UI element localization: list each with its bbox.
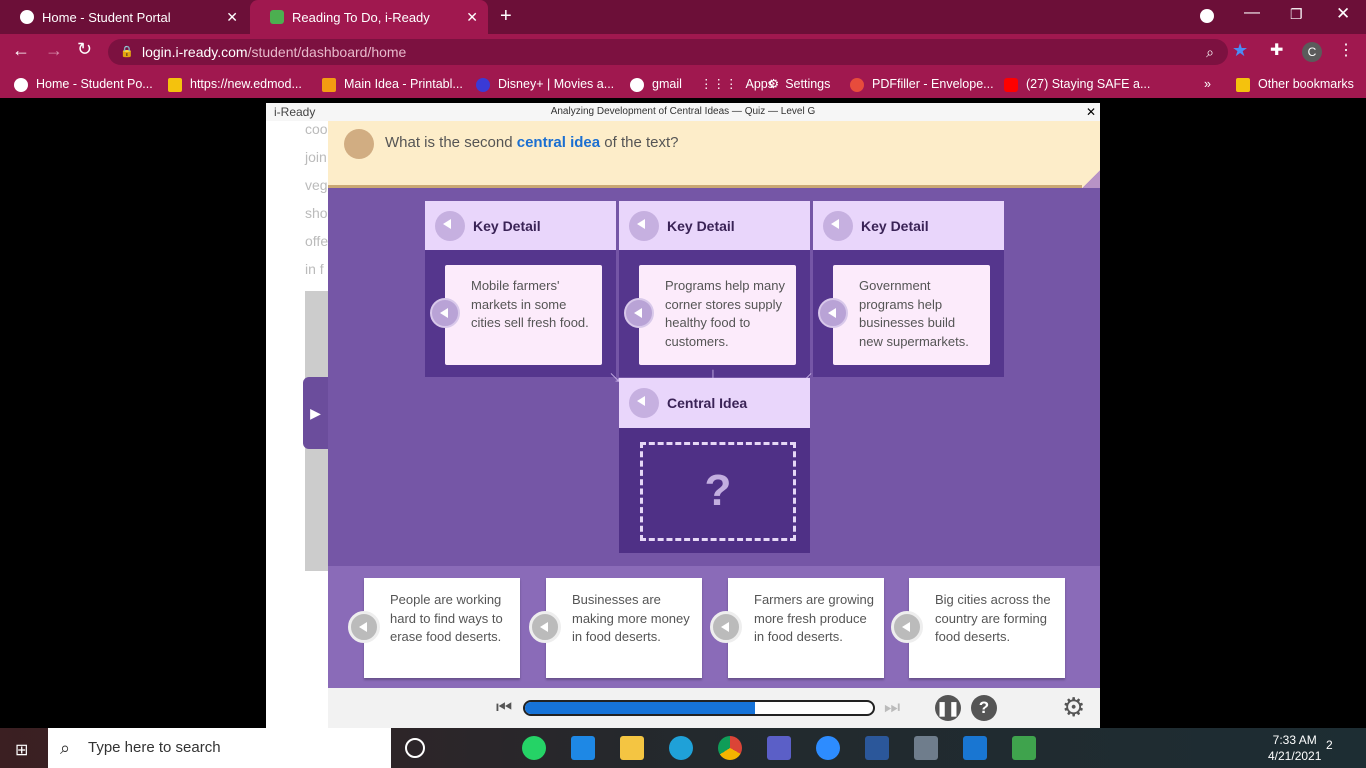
teams-icon[interactable] (767, 736, 791, 760)
speaker-icon[interactable] (435, 211, 465, 241)
bookmark[interactable]: https://new.edmod... (168, 70, 302, 98)
bookmark[interactable]: Disney+ | Movies a... (476, 70, 614, 98)
restore-button[interactable]: ❐ (1290, 6, 1303, 23)
speaker-icon[interactable] (891, 611, 923, 643)
apps-icon: ⋮⋮⋮ (700, 77, 738, 91)
speaker-icon[interactable] (348, 611, 380, 643)
close-tab-icon[interactable]: ✕ (466, 9, 478, 26)
lesson-title: Analyzing Development of Central Ideas —… (550, 106, 816, 117)
key-detail-1: Key Detail Mobile farmers' markets in so… (425, 201, 616, 377)
bookmark-star-icon[interactable]: ★ (1232, 40, 1248, 61)
notification-count[interactable]: 2 (1326, 738, 1333, 752)
gear-icon: ⚙ (768, 77, 780, 91)
lock-icon: 🔒 (120, 46, 134, 58)
speaker-icon[interactable] (430, 298, 460, 328)
tab-home-student-portal[interactable]: Home - Student Portal ✕ (0, 0, 248, 34)
tab-label: Reading To Do, i-Ready (292, 9, 430, 25)
page-curl (1082, 170, 1100, 188)
bookmarks-bar: Home - Student Po... https://new.edmod..… (0, 70, 1366, 98)
bookmark[interactable]: Main Idea - Printabl... (322, 70, 463, 98)
zoom-app-icon[interactable] (816, 736, 840, 760)
url-path: /student/dashboard/home (247, 44, 407, 60)
whatsapp-icon[interactable] (522, 736, 546, 760)
expand-passage-button[interactable]: ▶ (303, 377, 328, 449)
search-icon: ⌕ (60, 738, 71, 758)
answer-card[interactable]: Businesses are making more money in food… (546, 578, 702, 678)
reload-icon[interactable]: ↻ (77, 39, 92, 60)
lesson-controls: ⏮ ⏭ ❚❚ ? ⚙ (328, 688, 1100, 728)
bookmark-apps[interactable]: ⋮⋮⋮ Apps (700, 70, 774, 98)
speaker-icon[interactable] (710, 611, 742, 643)
chrome-icon[interactable] (718, 736, 742, 760)
address-bar[interactable]: 🔒 login.i-ready.com/student/dashboard/hom… (108, 39, 1228, 65)
question-banner (328, 121, 1100, 188)
question-speaker-icon[interactable] (344, 129, 374, 159)
edge-icon[interactable] (669, 736, 693, 760)
bookmark[interactable]: Home - Student Po... (14, 70, 153, 98)
key-detail-card: Programs help many corner stores supply … (639, 265, 796, 365)
pause-button[interactable]: ❚❚ (935, 695, 961, 721)
bookmark[interactable]: PDFfiller - Envelope... (850, 70, 994, 98)
bookmark-settings[interactable]: ⚙ Settings (768, 70, 830, 98)
settings-gear-icon[interactable]: ⚙ (1062, 693, 1085, 721)
close-lesson-button[interactable]: ✕ (1086, 103, 1096, 121)
minimize-button[interactable]: — (1244, 4, 1260, 22)
central-idea-drop-zone[interactable]: ? (640, 442, 796, 541)
tab-strip: Home - Student Portal ✕ Reading To Do, i-… (0, 0, 1366, 34)
key-detail-2: Key Detail Programs help many corner sto… (619, 201, 810, 377)
help-button[interactable]: ? (971, 695, 997, 721)
word-icon[interactable] (865, 736, 889, 760)
clock[interactable]: 7:33 AM 4/21/2021 (1268, 732, 1321, 764)
answer-card[interactable]: Farmers are growing more fresh produce i… (728, 578, 884, 678)
bookmark[interactable]: gmail (630, 70, 682, 98)
menu-icon[interactable]: ⋮ (1338, 40, 1354, 60)
close-tab-icon[interactable]: ✕ (226, 9, 238, 26)
file-explorer-icon[interactable] (620, 736, 644, 760)
other-bookmarks[interactable]: Other bookmarks (1236, 70, 1354, 98)
tab-label: Home - Student Portal (42, 9, 171, 25)
answer-card[interactable]: People are working hard to find ways to … (364, 578, 520, 678)
cortana-icon[interactable] (405, 738, 425, 758)
extensions-icon[interactable]: ✚ (1270, 40, 1283, 60)
bookmark[interactable]: (27) Staying SAFE a... (1004, 70, 1150, 98)
central-idea-box: Central Idea ? (619, 378, 810, 553)
windows-start-icon[interactable]: ⊞ (15, 740, 28, 760)
close-window-button[interactable]: ✕ (1336, 4, 1350, 24)
more-bookmarks[interactable]: » (1204, 70, 1211, 98)
game-icon[interactable] (963, 736, 987, 760)
progress-bar (523, 700, 875, 716)
question-text: What is the second central idea of the t… (385, 134, 679, 151)
game-icon[interactable] (1012, 736, 1036, 760)
key-detail-card: Government programs help businesses buil… (833, 265, 990, 365)
skip-forward-icon[interactable]: ⏭ (884, 697, 900, 718)
back-icon[interactable]: ← (12, 40, 30, 61)
tab-reading-to-do[interactable]: Reading To Do, i-Ready ✕ (250, 0, 488, 34)
url-host: login.i-ready.com (142, 44, 248, 60)
forward-icon[interactable]: → (45, 40, 63, 61)
speaker-icon[interactable] (629, 211, 659, 241)
app-header: i-Ready Analyzing Development of Central… (266, 103, 1100, 121)
answer-card[interactable]: Big cities across the country are formin… (909, 578, 1065, 678)
tab-search-icon[interactable] (1200, 9, 1214, 23)
new-tab-button[interactable]: + (500, 5, 512, 28)
mail-icon[interactable] (571, 736, 595, 760)
speaker-icon[interactable] (629, 388, 659, 418)
speaker-icon[interactable] (624, 298, 654, 328)
passage-panel: coo join veg sho offe in f ▶ (266, 121, 328, 728)
profile-avatar[interactable]: C (1302, 42, 1322, 62)
calculator-icon[interactable] (914, 736, 938, 760)
skip-back-icon[interactable]: ⏮ (496, 697, 512, 718)
key-detail-card: Mobile farmers' markets in some cities s… (445, 265, 602, 365)
taskbar-search-input[interactable]: ⌕ Type here to search (48, 728, 391, 768)
speaker-icon[interactable] (529, 611, 561, 643)
key-detail-3: Key Detail Government programs help busi… (813, 201, 1004, 377)
zoom-icon[interactable]: ⌕ (1206, 39, 1214, 65)
speaker-icon[interactable] (818, 298, 848, 328)
speaker-icon[interactable] (823, 211, 853, 241)
